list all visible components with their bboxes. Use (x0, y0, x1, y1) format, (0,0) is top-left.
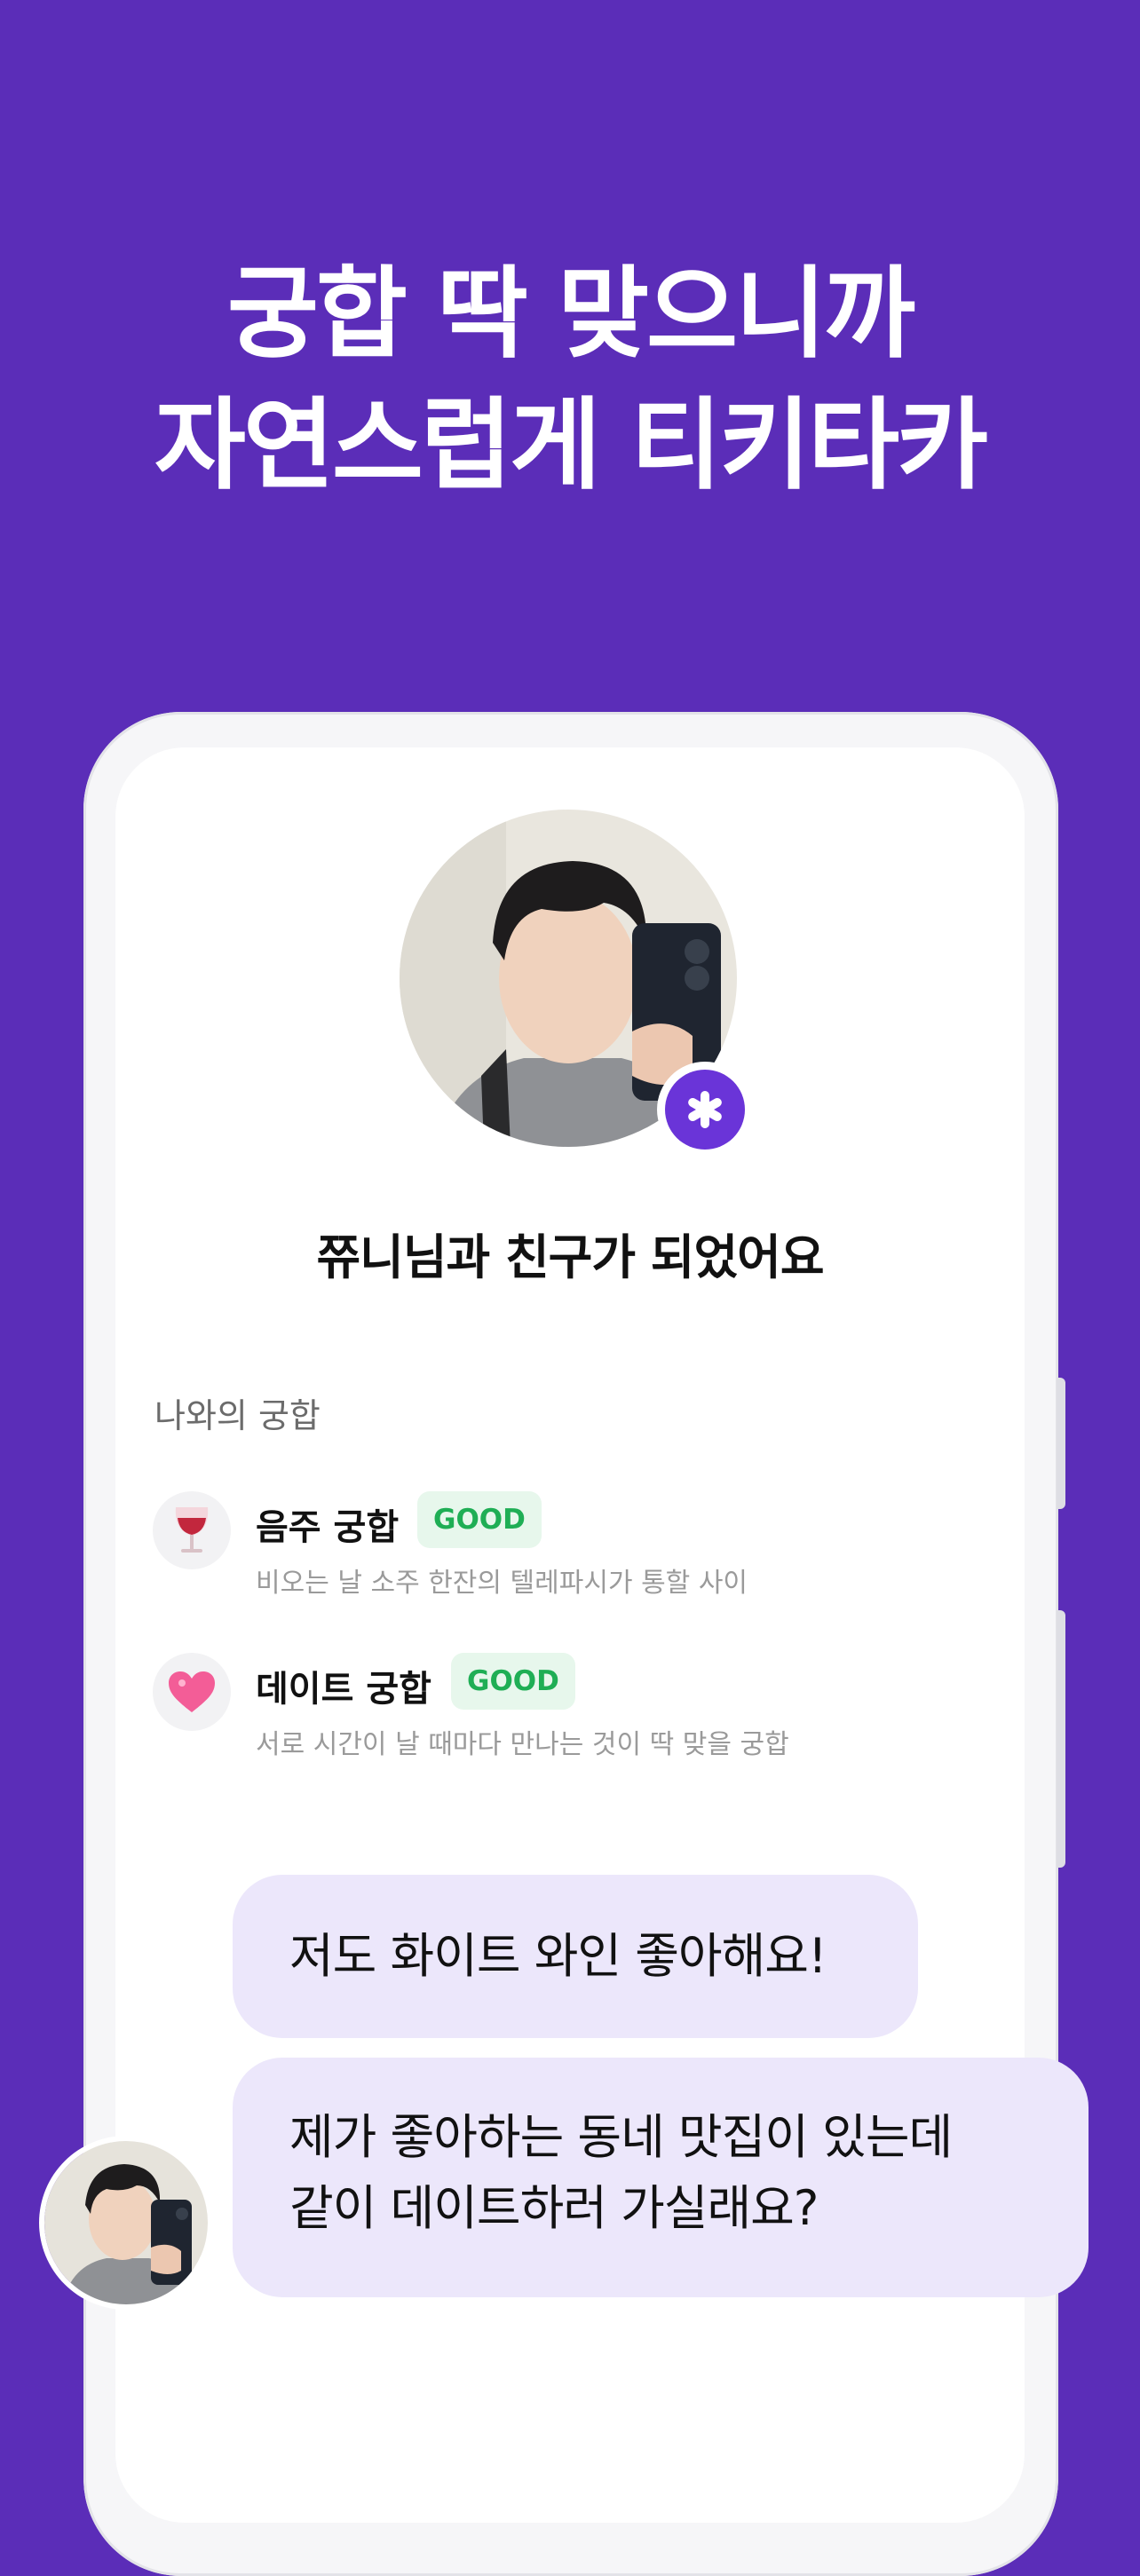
compatibility-item-date: 데이트 궁합 GOOD 서로 시간이 날 때마다 만나는 것이 딱 맞을 궁합 (153, 1653, 952, 1768)
compatibility-title: 음주 궁합 (256, 1507, 400, 1548)
chat-bubble: 저도 화이트 와인 좋아해요! (233, 1875, 918, 2038)
chat-message-text: 저도 화이트 와인 좋아해요! (289, 1928, 827, 1984)
rating-badge: GOOD (417, 1491, 542, 1548)
compatibility-section-label: 나와의 궁합 (154, 1396, 321, 1435)
friend-added-title: 쮸니님과 친구가 되었어요 (316, 1229, 824, 1285)
chat-bubble: 제가 좋아하는 동네 맛집이 있는데 같이 데이트하러 가실래요? (233, 2058, 1089, 2297)
rating-badge: GOOD (451, 1653, 575, 1710)
badge-ring (657, 1062, 753, 1158)
heart-icon (153, 1653, 231, 1731)
headline-line-2: 자연스럽게 티키타카 (154, 388, 988, 503)
chat-message-text: 같이 데이트하러 가실래요? (289, 2180, 819, 2236)
chat-message-text: 제가 좋아하는 동네 맛집이 있는데 (289, 2109, 953, 2165)
phone-side-button-bottom (1057, 1610, 1065, 1868)
wine-glass-icon (153, 1491, 231, 1569)
chat-avatar[interactable] (44, 2141, 208, 2304)
phone-side-button-top (1057, 1378, 1065, 1509)
headline-line-1: 궁합 딱 맞으니까 (226, 257, 915, 372)
compatibility-description: 서로 시간이 날 때마다 만나는 것이 딱 맞을 궁합 (256, 1729, 789, 1760)
promo-headline: 궁합 딱 맞으니까 자연스럽게 티키타카 (0, 249, 1140, 511)
compatibility-item-drinking: 음주 궁합 GOOD 비오는 날 소주 한잔의 텔레파시가 통할 사이 (153, 1491, 952, 1607)
chat-avatar-photo (44, 2141, 208, 2304)
star-badge-icon (665, 1070, 745, 1150)
compatibility-title: 데이트 궁합 (256, 1669, 431, 1710)
compatibility-description: 비오는 날 소주 한잔의 텔레파시가 통할 사이 (256, 1568, 748, 1599)
